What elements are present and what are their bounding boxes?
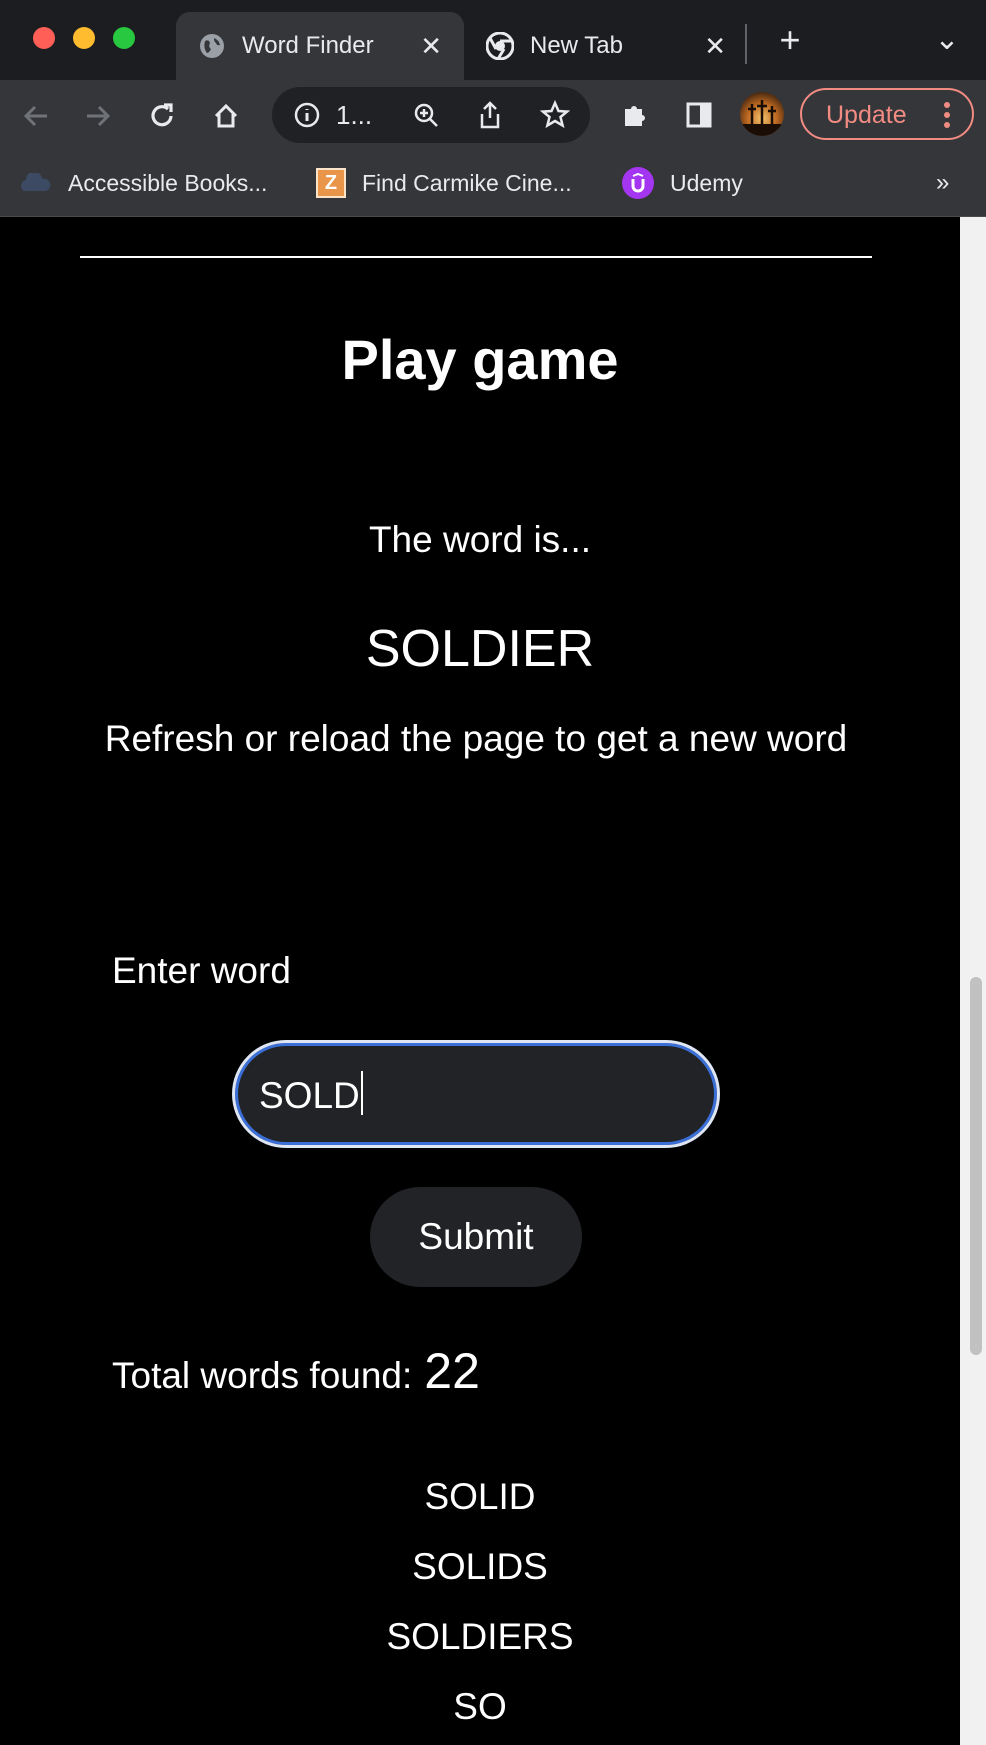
- submit-button[interactable]: Submit: [370, 1187, 582, 1287]
- maximize-window-button[interactable]: [113, 27, 135, 49]
- total-words-row: Total words found: 22: [112, 1342, 480, 1400]
- total-words-count: 22: [424, 1343, 480, 1399]
- scrollbar-thumb[interactable]: [970, 977, 982, 1355]
- refresh-hint: Refresh or reload the page to get a new …: [104, 718, 848, 759]
- found-word-3: SOLDIERS: [386, 1616, 574, 1657]
- bookmarks-overflow-button[interactable]: »: [936, 160, 949, 206]
- page-title: Play game: [341, 328, 619, 391]
- profile-avatar[interactable]: [740, 92, 784, 136]
- cloud-icon: [21, 173, 51, 191]
- forward-button[interactable]: [80, 98, 116, 134]
- bookmark-label: Accessible Books...: [68, 169, 268, 196]
- found-word-1: SOLID: [424, 1476, 536, 1517]
- word-input-value: SOLD: [259, 1075, 360, 1116]
- reload-icon: [151, 103, 173, 127]
- site-info-icon[interactable]: [292, 100, 322, 130]
- chrome-icon: [486, 32, 514, 60]
- close-icon[interactable]: ✕: [420, 31, 442, 62]
- total-words-label: Total words found:: [112, 1355, 413, 1396]
- menu-dots-icon[interactable]: [942, 100, 952, 130]
- minimize-window-button[interactable]: [73, 27, 95, 49]
- share-icon[interactable]: [474, 98, 506, 132]
- browser-chrome: Word Finder ✕ New Tab ✕ + ⌄ 1... Update …: [0, 0, 986, 217]
- arrow-left-icon: [23, 105, 47, 127]
- side-panel-icon[interactable]: [682, 98, 716, 132]
- tab-divider: [745, 24, 747, 64]
- home-button[interactable]: [208, 98, 244, 134]
- new-tab-button[interactable]: +: [770, 19, 810, 60]
- update-button[interactable]: Update: [800, 88, 974, 140]
- tab-title: Word Finder: [242, 32, 374, 59]
- enter-word-label: Enter word: [112, 950, 291, 991]
- bookmark-star-icon[interactable]: [538, 98, 572, 132]
- bookmark-accessible-books[interactable]: Accessible Books...: [18, 160, 267, 206]
- update-label: Update: [826, 101, 907, 129]
- z-logo-icon: Z: [316, 168, 346, 198]
- tab-word-finder[interactable]: Word Finder ✕: [176, 12, 464, 80]
- word-intro: The word is...: [368, 519, 592, 560]
- reload-button[interactable]: [144, 98, 180, 134]
- extensions-icon[interactable]: [618, 98, 652, 132]
- globe-icon: [198, 32, 226, 60]
- address-text[interactable]: 1...: [336, 100, 372, 131]
- text-cursor: [361, 1071, 363, 1115]
- found-word-2: SOLIDS: [412, 1546, 548, 1587]
- udemy-icon: [622, 167, 654, 199]
- bookmark-label: Udemy: [670, 169, 743, 196]
- divider: [80, 256, 872, 258]
- arrow-right-icon: [87, 105, 111, 127]
- tab-search-button[interactable]: ⌄: [930, 22, 964, 56]
- target-word: SOLDIER: [365, 620, 595, 678]
- home-icon: [214, 103, 238, 128]
- tab-title: New Tab: [530, 32, 623, 59]
- found-word-4: SO: [453, 1686, 507, 1727]
- bookmark-label: Find Carmike Cine...: [362, 169, 572, 196]
- bookmark-udemy[interactable]: Udemy: [622, 160, 743, 206]
- tab-new-tab[interactable]: New Tab ✕: [464, 12, 748, 80]
- page-content: Play game The word is... SOLDIER Refresh…: [0, 217, 960, 1745]
- close-icon[interactable]: ✕: [704, 31, 726, 62]
- zoom-icon[interactable]: [410, 99, 442, 131]
- back-button[interactable]: [18, 98, 54, 134]
- bookmark-find-carmike[interactable]: Z Find Carmike Cine...: [316, 160, 572, 206]
- close-window-button[interactable]: [33, 27, 55, 49]
- word-input-field[interactable]: SOLD: [232, 1040, 720, 1148]
